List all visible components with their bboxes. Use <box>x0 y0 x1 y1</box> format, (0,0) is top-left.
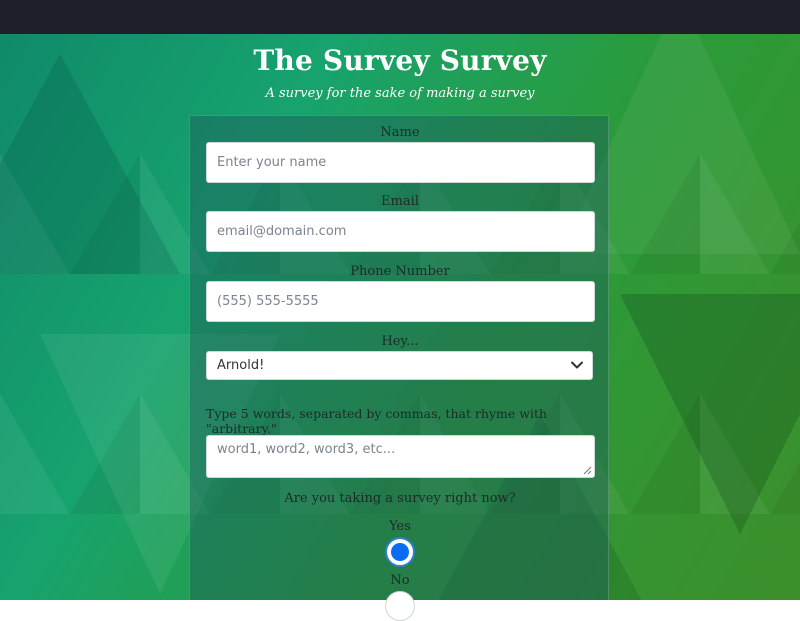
name-input[interactable] <box>206 142 595 183</box>
radio-no[interactable] <box>385 591 415 621</box>
phone-label: Phone Number <box>350 264 450 279</box>
rhyme-textarea[interactable]: word1, word2, word3, etc... <box>206 435 595 478</box>
hey-select-value: Arnold! <box>217 358 265 373</box>
phone-input[interactable] <box>206 281 595 322</box>
name-label: Name <box>380 125 420 140</box>
email-input[interactable] <box>206 211 595 252</box>
rhyme-placeholder: word1, word2, word3, etc... <box>217 442 396 457</box>
chevron-down-icon <box>571 361 583 369</box>
resize-handle-icon[interactable] <box>583 466 592 475</box>
rhyme-prompt: Type 5 words, separated by commas, that … <box>206 406 548 436</box>
email-label: Email <box>381 194 419 209</box>
hey-select[interactable]: Arnold! <box>206 351 593 380</box>
survey-form: Name Email Phone Number Hey... Arnold! T… <box>189 115 609 621</box>
radio-yes-label: Yes <box>389 519 411 534</box>
radio-yes[interactable] <box>385 537 415 567</box>
radio-no-label: No <box>390 573 410 588</box>
top-bar <box>0 0 800 34</box>
page-title: The Survey Survey <box>253 44 547 77</box>
survey-question: Are you taking a survey right now? <box>284 491 516 506</box>
page-subtitle: A survey for the sake of making a survey <box>265 86 535 101</box>
hey-label: Hey... <box>381 334 419 349</box>
